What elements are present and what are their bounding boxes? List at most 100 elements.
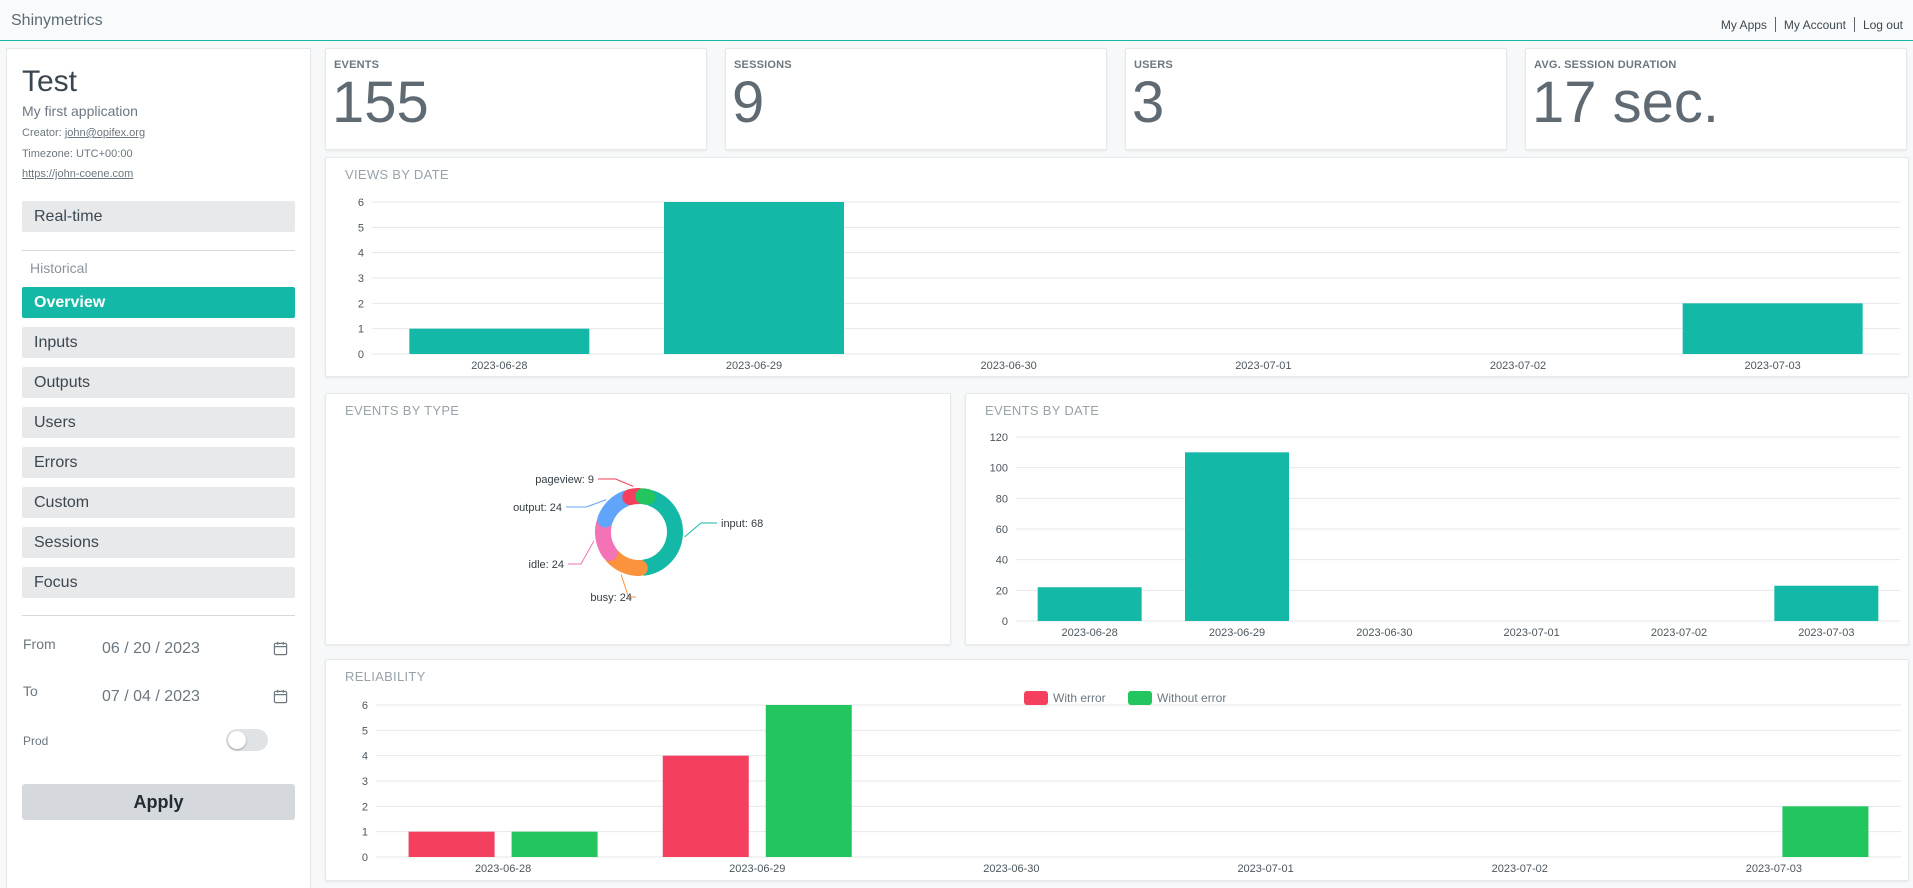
y-tick-label: 1 — [358, 324, 364, 336]
stat-value: 3 — [1132, 70, 1165, 135]
prod-toggle[interactable] — [226, 729, 268, 751]
sidebar-item-users[interactable]: Users — [22, 407, 295, 438]
pie-label: pageview: 9 — [535, 474, 594, 486]
calendar-icon[interactable] — [273, 641, 288, 656]
bar — [511, 831, 598, 857]
x-tick-label: 2023-07-01 — [1504, 627, 1560, 639]
x-tick-label: 2023-06-29 — [726, 360, 782, 372]
x-tick-label: 2023-06-29 — [729, 863, 785, 875]
prod-label: Prod — [23, 734, 49, 748]
apply-button[interactable]: Apply — [22, 784, 295, 820]
app-description: My first application — [22, 103, 138, 119]
stat-value: 9 — [732, 70, 765, 135]
x-tick-label: 2023-07-02 — [1651, 627, 1707, 639]
reliability-chart: 0 1 2 3 4 5 6 2023-06-28 2023-06-29 2023-06-30 202… — [362, 691, 1901, 875]
stat-card-sessions: SESSIONS 9 — [725, 48, 1107, 150]
y-tick-label: 0 — [1002, 616, 1008, 628]
realtime-button[interactable]: Real-time — [22, 201, 295, 232]
pie-label: busy: 24 — [590, 592, 632, 604]
nav-my-apps[interactable]: My Apps — [1713, 18, 1775, 32]
x-tick-label: 2023-07-02 — [1490, 360, 1546, 372]
bar — [1185, 452, 1289, 621]
events-by-date-card: EVENTS BY DATE 0 20 40 60 80 100 120 2023-06-28… — [965, 393, 1909, 645]
to-date-input[interactable]: 07 / 04 / 2023 — [102, 684, 298, 710]
views-by-date-card: VIEWS BY DATE 0 1 2 3 4 5 6 2023-06-28 2023-06-2… — [325, 157, 1909, 377]
historical-label: Historical — [30, 260, 88, 276]
pie-slice — [635, 488, 656, 505]
reliability-card: RELIABILITY 0 1 2 3 4 5 6 2023-06-28 2023-06-29 2… — [325, 659, 1909, 881]
stat-card-avg-session-duration: AVG. SESSION DURATION 17 sec. — [1525, 48, 1907, 150]
bar — [1782, 806, 1869, 857]
sidebar-item-focus[interactable]: Focus — [22, 567, 295, 598]
x-tick-label: 2023-07-03 — [1798, 627, 1854, 639]
pie-label-line — [684, 522, 717, 538]
sidebar: Test My first application Creator: john@… — [6, 48, 311, 888]
to-date-value: 07 / 04 / 2023 — [102, 688, 200, 705]
y-tick-label: 0 — [362, 852, 368, 864]
pie-slice — [595, 515, 618, 561]
sidebar-item-sessions[interactable]: Sessions — [22, 527, 295, 558]
y-tick-label: 60 — [996, 524, 1008, 536]
pie-label: idle: 24 — [529, 559, 564, 571]
bar — [1682, 303, 1863, 354]
bar — [1037, 587, 1142, 621]
timezone-text: Timezone: UTC+00:00 — [22, 148, 133, 160]
views-by-date-chart: 0 1 2 3 4 5 6 2023-06-28 2023-06-29 2023-06-30 202… — [358, 197, 1900, 372]
sidebar-item-outputs[interactable]: Outputs — [22, 367, 295, 398]
legend-label: With error — [1053, 691, 1106, 705]
bar — [765, 705, 852, 857]
nav-log-out[interactable]: Log out — [1855, 18, 1911, 32]
top-header: Shinymetrics My Apps My Account Log out — [0, 0, 1913, 41]
x-tick-label: 2023-06-29 — [1209, 627, 1265, 639]
bar — [664, 202, 844, 354]
pie-label-line — [566, 499, 607, 508]
app-title: Test — [22, 65, 78, 98]
y-tick-label: 20 — [996, 585, 1008, 597]
sidebar-item-errors[interactable]: Errors — [22, 447, 295, 478]
x-tick-label: 2023-06-30 — [983, 863, 1039, 875]
pie-slice — [597, 490, 634, 528]
divider — [22, 615, 295, 616]
y-tick-label: 5 — [358, 222, 364, 234]
pie-slice — [636, 490, 683, 576]
nav-my-account[interactable]: My Account — [1776, 18, 1854, 32]
events-by-date-chart: 0 20 40 60 80 100 120 2023-06-28 2023-06-29 2023-… — [990, 432, 1900, 639]
bar — [409, 328, 590, 354]
x-tick-label: 2023-07-01 — [1235, 360, 1291, 372]
from-date-input[interactable]: 06 / 20 / 2023 — [102, 636, 298, 662]
x-tick-label: 2023-07-03 — [1746, 863, 1802, 875]
creator-email-link[interactable]: john@opifex.org — [65, 127, 145, 139]
pie-slice — [604, 548, 648, 576]
y-tick-label: 1 — [362, 827, 368, 839]
x-tick-label: 2023-06-28 — [1062, 627, 1118, 639]
x-tick-label: 2023-07-01 — [1237, 863, 1293, 875]
sidebar-item-custom[interactable]: Custom — [22, 487, 295, 518]
y-tick-label: 4 — [358, 248, 364, 260]
brand-logo[interactable]: Shinymetrics — [11, 12, 103, 30]
toggle-knob — [228, 731, 246, 749]
divider — [22, 250, 295, 251]
y-tick-label: 6 — [358, 197, 364, 209]
bar — [408, 831, 495, 857]
bar — [1774, 585, 1879, 621]
y-tick-label: 3 — [358, 273, 364, 285]
y-tick-label: 100 — [990, 463, 1008, 475]
y-tick-label: 0 — [358, 349, 364, 361]
events-by-type-chart: input: 68 busy: 24 idle: 24 output: 24 pagev… — [513, 474, 763, 604]
stat-value: 155 — [332, 70, 429, 135]
app-url-line: https://john-coene.com — [22, 168, 133, 180]
to-label: To — [23, 683, 38, 699]
x-tick-label: 2023-06-28 — [475, 863, 531, 875]
sidebar-item-inputs[interactable]: Inputs — [22, 327, 295, 358]
legend-label: Without error — [1157, 691, 1226, 705]
y-tick-label: 4 — [362, 751, 368, 763]
x-tick-label: 2023-06-30 — [1356, 627, 1412, 639]
y-tick-label: 5 — [362, 725, 368, 737]
y-tick-label: 2 — [362, 801, 368, 813]
calendar-icon[interactable] — [273, 689, 288, 704]
pie-label-line — [598, 478, 634, 487]
bar — [662, 755, 749, 857]
sidebar-item-overview[interactable]: Overview — [22, 287, 295, 318]
app-url-link[interactable]: https://john-coene.com — [22, 168, 133, 180]
pie-label: output: 24 — [513, 502, 562, 514]
